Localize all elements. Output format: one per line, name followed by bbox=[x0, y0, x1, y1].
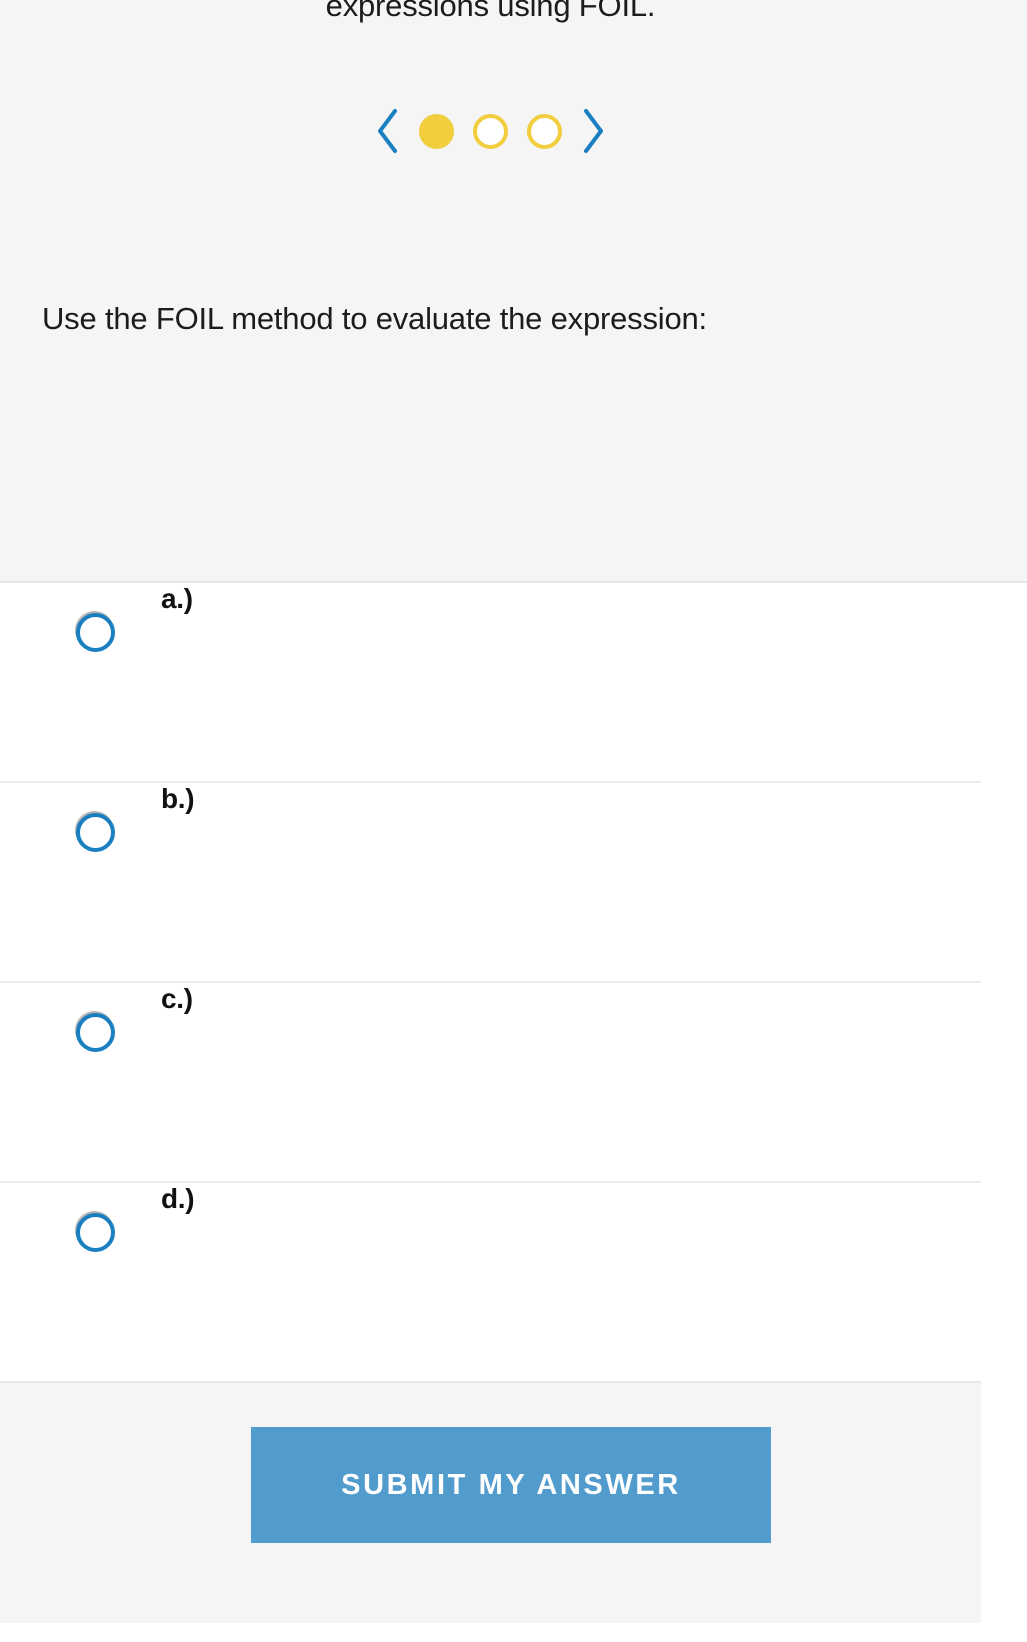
pager-dot-2[interactable] bbox=[473, 113, 508, 149]
submit-my-answer-button[interactable]: SUBMIT MY ANSWER bbox=[251, 1427, 771, 1543]
chevron-right-icon[interactable] bbox=[581, 108, 607, 154]
answer-label-c: c.) bbox=[161, 983, 193, 1014]
answer-choice-c[interactable]: c.) bbox=[0, 983, 981, 1183]
pager-dot-1[interactable] bbox=[419, 113, 454, 149]
question-pager bbox=[0, 108, 981, 154]
question-panel: expressions using FOIL. Use the FOIL met… bbox=[0, 0, 981, 583]
answer-choice-d[interactable]: d.) bbox=[0, 1183, 981, 1383]
submit-footer: SUBMIT MY ANSWER bbox=[0, 1383, 981, 1623]
answer-choices: a.) b.) c.) d.) bbox=[0, 583, 981, 1383]
pager-dot-3[interactable] bbox=[527, 113, 562, 149]
right-gutter-panel-extension bbox=[981, 0, 1027, 583]
radio-button-c[interactable] bbox=[76, 1013, 115, 1052]
answer-label-a: a.) bbox=[161, 583, 193, 614]
chevron-left-icon[interactable] bbox=[374, 108, 400, 154]
radio-button-a[interactable] bbox=[76, 613, 115, 652]
question-prompt: Use the FOIL method to evaluate the expr… bbox=[42, 301, 707, 336]
answer-label-b: b.) bbox=[161, 783, 195, 814]
lesson-page: expressions using FOIL. Use the FOIL met… bbox=[0, 0, 981, 1642]
answer-choice-a[interactable]: a.) bbox=[0, 583, 981, 783]
radio-button-d[interactable] bbox=[76, 1213, 115, 1252]
answer-choice-b[interactable]: b.) bbox=[0, 783, 981, 983]
radio-button-b[interactable] bbox=[76, 813, 115, 852]
question-expression bbox=[42, 372, 942, 542]
answer-label-d: d.) bbox=[161, 1183, 195, 1214]
scrolled-overflow-text: expressions using FOIL. bbox=[325, 0, 656, 23]
